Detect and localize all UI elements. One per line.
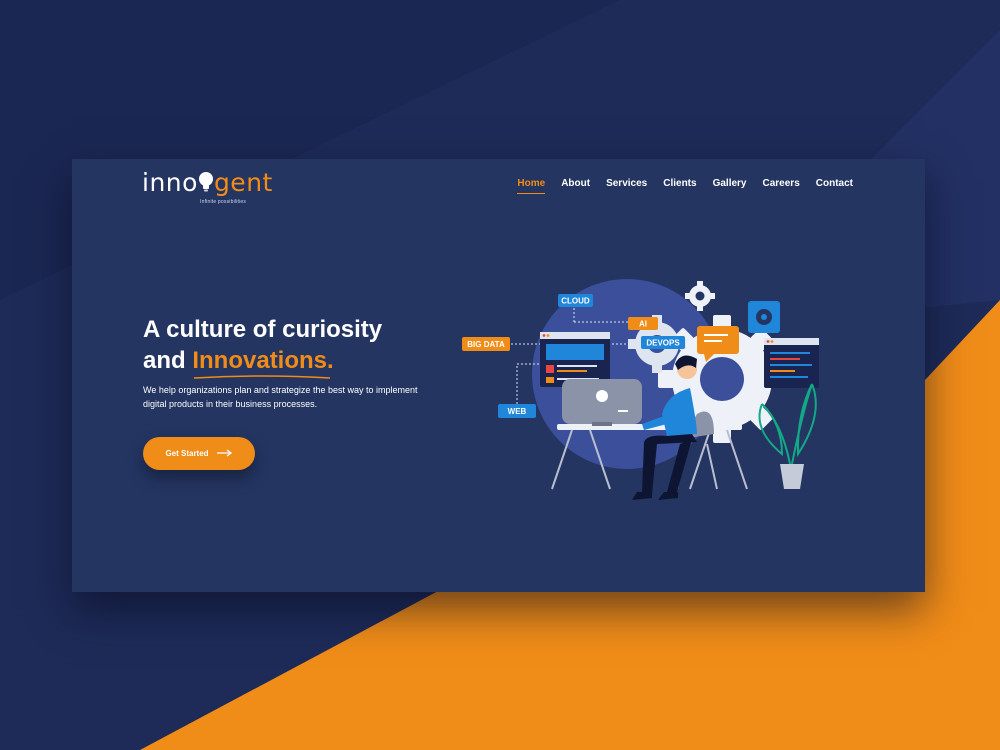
nav-item-services[interactable]: Services xyxy=(606,178,647,194)
nav-item-home[interactable]: Home xyxy=(517,178,546,194)
accent-underline xyxy=(194,375,331,379)
tag-big-data: BIG DATA xyxy=(462,337,510,351)
logo-text-inno: inno xyxy=(142,168,198,197)
nav-item-about[interactable]: About xyxy=(561,178,590,194)
dashboard-window-icon xyxy=(540,332,610,387)
tag-web: WEB xyxy=(498,404,536,418)
hero-title-line1: A culture of curiosity xyxy=(143,316,383,343)
logo-tagline: Infinite possibilities xyxy=(200,199,247,205)
lightbulb-icon xyxy=(198,170,214,192)
main-nav: Home About Services Clients Gallery Care… xyxy=(517,178,853,194)
tag-web-label: WEB xyxy=(508,407,527,416)
get-started-label: Get Started xyxy=(165,449,209,458)
tag-big-data-label: BIG DATA xyxy=(467,340,505,349)
get-started-button[interactable]: Get Started xyxy=(143,437,255,470)
tag-cloud-label: CLOUD xyxy=(561,297,590,306)
hero-description: We help organizations plan and strategiz… xyxy=(143,385,418,409)
nav-item-careers[interactable]: Careers xyxy=(763,178,800,194)
hero-illustration: CLOUD AI DEVOPS BIG DATA WEB xyxy=(462,279,819,500)
tag-cloud: CLOUD xyxy=(558,294,593,307)
tag-ai: AI xyxy=(628,317,658,330)
hero-title-accent: Innovations. xyxy=(192,345,334,379)
code-window-icon xyxy=(764,338,819,388)
hero-title-accent-text: Innovations. xyxy=(192,347,334,374)
tag-devops: DEVOPS xyxy=(641,336,685,349)
hero-title: A culture of curiosity and Innovations. xyxy=(143,314,463,379)
website-frame: inno gent Infinite possibilities Home Abo… xyxy=(72,159,925,592)
logo-text-gent: gent xyxy=(213,168,273,197)
tag-ai-label: AI xyxy=(639,320,647,329)
hero-title-and: and xyxy=(143,347,193,374)
brand-logo[interactable]: inno gent Infinite possibilities xyxy=(142,168,273,208)
nav-item-contact[interactable]: Contact xyxy=(816,178,853,194)
plant-illustration xyxy=(758,383,817,489)
nav-item-gallery[interactable]: Gallery xyxy=(713,178,747,194)
arrow-right-icon xyxy=(216,448,233,459)
tag-devops-label: DEVOPS xyxy=(646,339,680,348)
settings-tile-icon xyxy=(748,301,780,333)
nav-item-clients[interactable]: Clients xyxy=(663,178,696,194)
